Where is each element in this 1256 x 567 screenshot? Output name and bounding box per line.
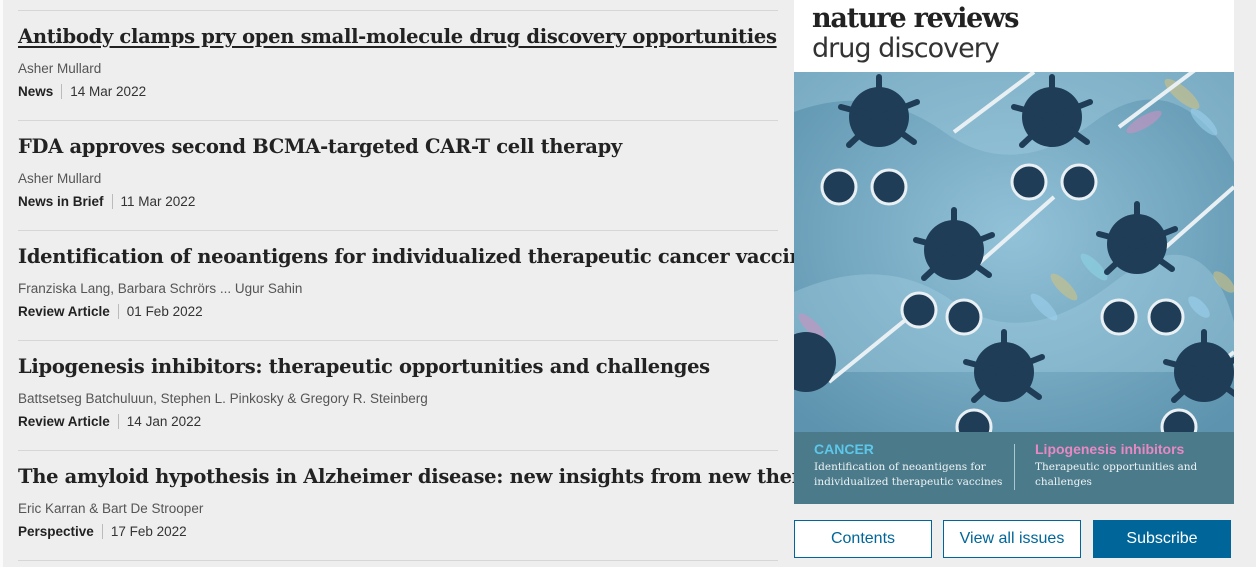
article-date: 14 Jan 2022 — [126, 414, 202, 429]
article-authors: Battsetseg Batchuluun, Stephen L. Pinkos… — [18, 391, 428, 406]
cover-feature-lipogenesis: Lipogenesis inhibitors Therapeutic oppor… — [1035, 441, 1225, 490]
cover-feature-heading: CANCER — [814, 441, 874, 457]
article-meta: Review Article 14 Jan 2022 — [18, 414, 201, 429]
cover-illustration — [794, 72, 1234, 432]
left-edge-strip — [0, 0, 3, 567]
article-type: News in Brief — [18, 194, 113, 209]
brand-line-1: nature reviews — [812, 3, 1019, 34]
article-type: Review Article — [18, 304, 119, 319]
brand-line-2: drug discovery — [812, 33, 1000, 64]
contents-button[interactable]: Contents — [794, 520, 932, 558]
article-type: Review Article — [18, 414, 119, 429]
article-item: Identification of neoantigens for indivi… — [18, 230, 826, 340]
article-type: News — [18, 84, 63, 99]
subscribe-button[interactable]: Subscribe — [1093, 520, 1231, 558]
article-meta: Perspective 17 Feb 2022 — [18, 524, 187, 539]
journal-logo: nature reviews drug discovery — [812, 3, 1019, 64]
article-item: The amyloid hypothesis in Alzheimer dise… — [18, 450, 892, 561]
article-date: 17 Feb 2022 — [110, 524, 187, 539]
article-meta: News 14 Mar 2022 — [18, 84, 146, 99]
article-title-link[interactable]: Antibody clamps pry open small-molecule … — [18, 25, 777, 48]
cover-feature-text: Therapeutic opportunities and challenges — [1035, 461, 1198, 488]
cover-feature-cancer: CANCER Identification of neoantigens for… — [814, 441, 1004, 490]
cover-footer: CANCER Identification of neoantigens for… — [794, 432, 1234, 504]
article-title-link[interactable]: The amyloid hypothesis in Alzheimer dise… — [18, 465, 892, 488]
article-title-link[interactable]: Identification of neoantigens for indivi… — [18, 245, 826, 268]
article-authors: Asher Mullard — [18, 171, 102, 186]
view-all-issues-button[interactable]: View all issues — [943, 520, 1081, 558]
cover-feature-text: Identification of neoantigens for indivi… — [814, 461, 1003, 488]
article-meta: Review Article 01 Feb 2022 — [18, 304, 203, 319]
article-date: 11 Mar 2022 — [120, 194, 196, 209]
article-item: Antibody clamps pry open small-molecule … — [18, 10, 778, 120]
article-authors: Asher Mullard — [18, 61, 102, 76]
article-date: 14 Mar 2022 — [70, 84, 147, 99]
article-authors: Franziska Lang, Barbara Schrörs ... Ugur… — [18, 281, 303, 296]
article-type: Perspective — [18, 524, 103, 539]
article-authors: Eric Karran & Bart De Strooper — [18, 501, 204, 516]
journal-cover[interactable]: nature reviews drug discovery CANCER Ide… — [794, 0, 1234, 504]
article-title-link[interactable]: Lipogenesis inhibitors: therapeutic oppo… — [18, 355, 710, 378]
article-date: 01 Feb 2022 — [126, 304, 203, 319]
article-item: FDA approves second BCMA-targeted CAR-T … — [18, 120, 778, 230]
article-list: Antibody clamps pry open small-molecule … — [18, 10, 892, 561]
cover-feature-heading: Lipogenesis inhibitors — [1035, 441, 1185, 457]
footer-divider — [1014, 444, 1015, 490]
article-title-link[interactable]: FDA approves second BCMA-targeted CAR-T … — [18, 135, 622, 158]
article-item: Lipogenesis inhibitors: therapeutic oppo… — [18, 340, 778, 450]
article-meta: News in Brief 11 Mar 2022 — [18, 194, 195, 209]
